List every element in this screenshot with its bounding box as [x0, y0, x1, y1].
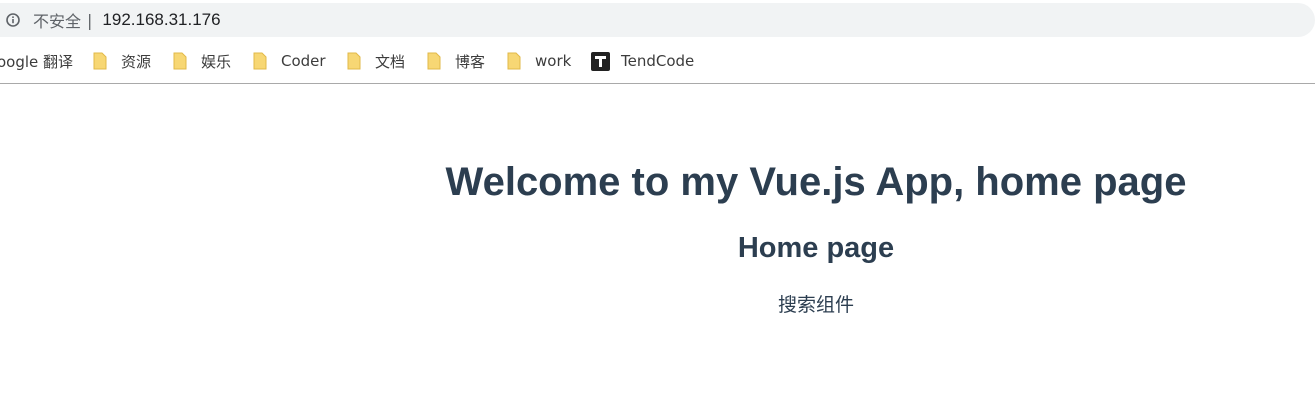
- bookmark-label: 文档: [375, 52, 406, 71]
- info-icon[interactable]: [6, 13, 20, 27]
- bookmark-folder-resources[interactable]: 资源: [93, 50, 151, 72]
- url-text[interactable]: 192.168.31.176: [102, 10, 220, 30]
- bookmark-label: TendCode: [621, 52, 695, 70]
- folder-icon: [253, 52, 267, 70]
- bookmark-folder-coder[interactable]: Coder: [253, 50, 326, 72]
- folder-icon: [507, 52, 521, 70]
- bookmark-label: 博客: [455, 52, 486, 71]
- separator: |: [87, 10, 93, 30]
- bookmark-folder-docs[interactable]: 文档: [347, 50, 405, 72]
- folder-icon: [173, 52, 187, 70]
- bookmark-label: 资源: [121, 52, 152, 71]
- bookmark-google-translate[interactable]: oogle 翻译: [0, 50, 73, 72]
- bookmark-label: 娱乐: [201, 52, 232, 71]
- bookmark-tendcode[interactable]: TendCode: [591, 50, 694, 72]
- bookmark-label: work: [535, 52, 572, 70]
- folder-icon: [93, 52, 107, 70]
- bookmarks-bar: oogle 翻译 资源 娱乐 Coder 文档 博客 work TendCode: [0, 38, 1315, 84]
- folder-icon: [427, 52, 441, 70]
- bookmark-folder-work[interactable]: work: [507, 50, 571, 72]
- security-label[interactable]: 不安全: [33, 8, 81, 32]
- search-component-text: 搜索组件: [777, 294, 854, 316]
- page-subtitle: Home page: [737, 232, 895, 264]
- page-content: Welcome to my Vue.js App, home page Home…: [0, 84, 1315, 394]
- bookmark-folder-blog[interactable]: 博客: [427, 50, 485, 72]
- bookmark-label: oogle 翻译: [0, 52, 74, 71]
- bookmark-label: Coder: [281, 52, 326, 70]
- address-bar: 不安全 | 192.168.31.176: [0, 0, 1315, 38]
- page-title: Welcome to my Vue.js App, home page: [445, 160, 1187, 204]
- omnibox[interactable]: 不安全 | 192.168.31.176: [0, 3, 1315, 37]
- folder-icon: [347, 52, 361, 70]
- tendcode-icon: [591, 51, 610, 71]
- bookmark-folder-entertainment[interactable]: 娱乐: [173, 50, 231, 72]
